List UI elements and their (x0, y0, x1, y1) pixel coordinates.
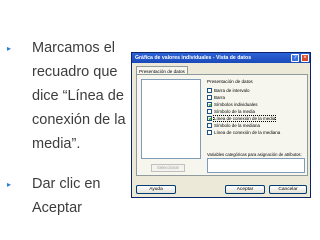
tab-panel: Seleccionar Presentación de datos Barra … (136, 74, 308, 176)
checkbox[interactable] (207, 129, 212, 135)
option-simbolos-individuales[interactable]: Símbolos individuales (207, 101, 258, 107)
option-label: Símbolos individuales (214, 101, 258, 107)
data-view-dialog: Gráfica de valores individuales - Vista … (131, 52, 311, 198)
option-label: Barra (214, 94, 226, 100)
option-label: Símbolo de la mediana (214, 122, 261, 128)
data-display-group-label: Presentación de datos (207, 79, 253, 84)
bullet1-line4: conexión de la (32, 112, 126, 128)
cancel-button[interactable]: Cancelar (269, 185, 307, 194)
option-barra-intervalo[interactable]: Barra de intervalo (207, 87, 250, 93)
variables-label: Variables categóricas para asignación de… (207, 152, 302, 157)
bullet2-line1: Dar clic en (32, 176, 101, 192)
bullet1-line1: Marcamos el (32, 40, 115, 56)
bullet-arrow-icon: ▸ (7, 180, 12, 189)
option-simbolo-media[interactable]: Símbolo de la media (207, 108, 255, 114)
option-barra[interactable]: Barra (207, 94, 225, 100)
checkbox[interactable] (207, 108, 212, 114)
ok-button[interactable]: Aceptar (225, 185, 265, 194)
select-button[interactable]: Seleccionar (151, 164, 185, 172)
option-label: Línea de conexión de la media (212, 114, 277, 122)
bullet1-line2: recuadro que (32, 64, 118, 80)
option-linea-conexion-media[interactable]: Línea de conexión de la media (207, 114, 277, 122)
close-icon[interactable]: × (301, 54, 309, 62)
checkbox[interactable] (207, 122, 212, 128)
dialog-title: Gráfica de valores individuales - Vista … (135, 55, 252, 61)
variables-input[interactable] (207, 158, 305, 173)
option-linea-conexion-mediana[interactable]: Línea de conexión de la mediana (207, 129, 280, 135)
help-question-icon[interactable]: ? (291, 54, 299, 62)
checkbox-checked[interactable] (207, 101, 212, 107)
checkbox-checked[interactable] (207, 115, 212, 121)
checkbox[interactable] (207, 87, 212, 93)
option-simbolo-mediana[interactable]: Símbolo de la mediana (207, 122, 260, 128)
option-label: Barra de intervalo (214, 87, 250, 93)
bullet-arrow-icon: ▸ (7, 44, 12, 53)
option-label: Línea de conexión de la mediana (214, 129, 281, 135)
bullet1-line5: media”. (32, 136, 81, 152)
bullet1-line3: dice “Línea de (32, 88, 124, 104)
variables-listbox[interactable] (141, 79, 201, 159)
dialog-title-bar[interactable]: Gráfica de valores individuales - Vista … (132, 53, 310, 63)
checkbox[interactable] (207, 94, 212, 100)
help-button[interactable]: Ayuda (136, 185, 176, 194)
option-label: Símbolo de la media (214, 108, 256, 114)
bullet2-line2: Aceptar (32, 200, 82, 216)
